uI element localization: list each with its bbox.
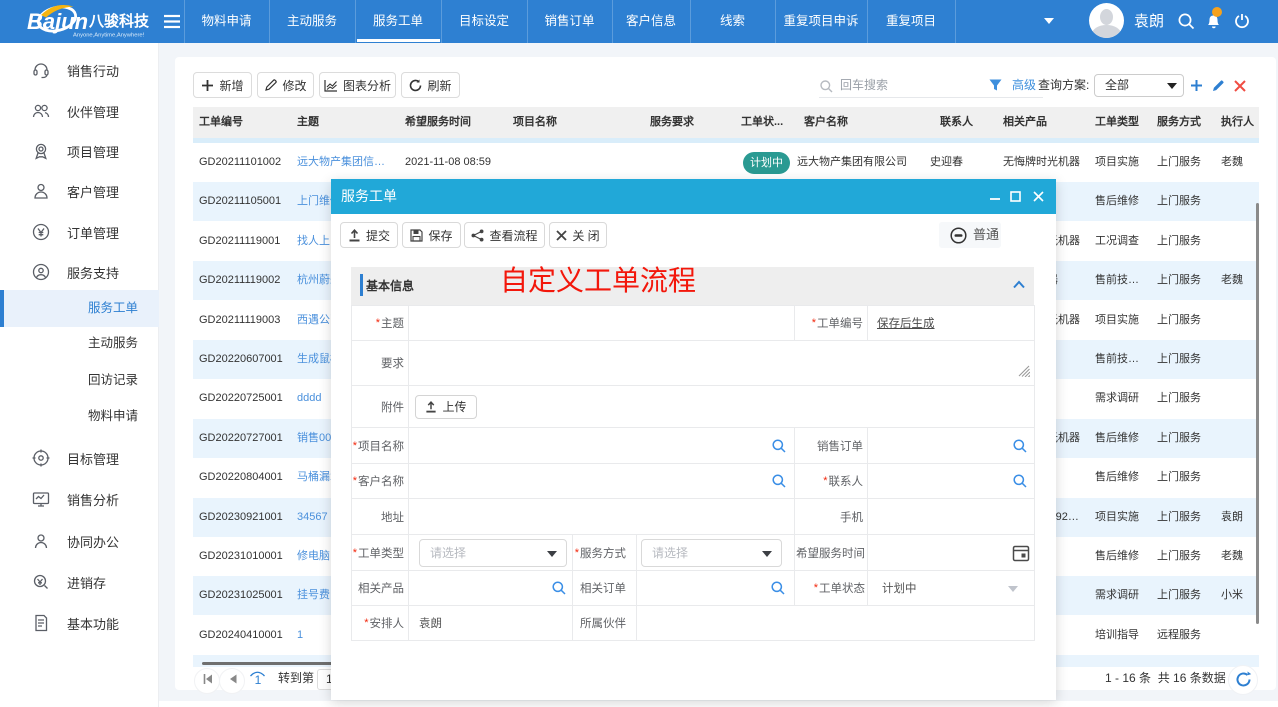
svg-text:Anyone,Anytime,Anywhere!: Anyone,Anytime,Anywhere! <box>73 33 145 39</box>
svg-text:Bajun: Bajun <box>27 9 88 34</box>
svg-text:八骏科技: 八骏科技 <box>88 12 150 30</box>
